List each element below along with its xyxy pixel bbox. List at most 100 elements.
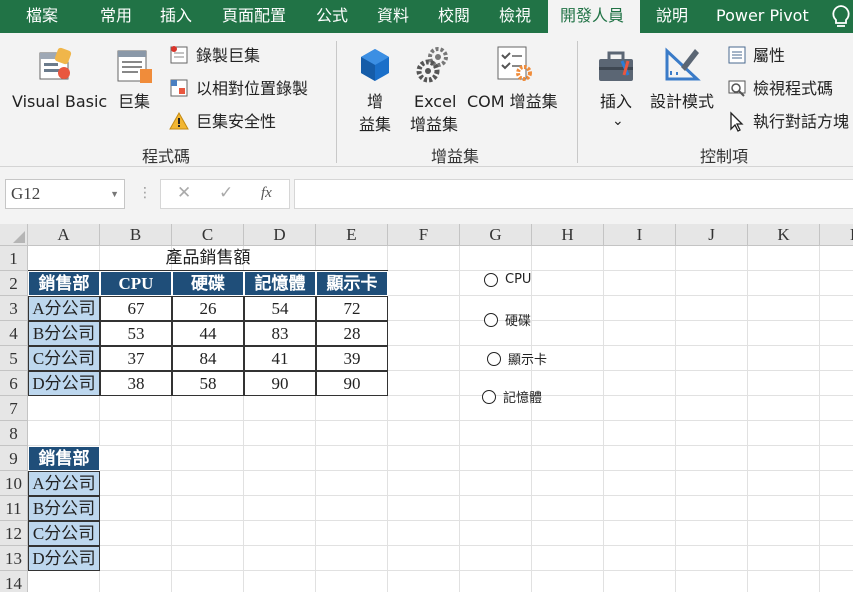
option-button-cpu[interactable]: CPU	[484, 272, 531, 287]
column-header-a[interactable]: A	[28, 224, 100, 246]
row-header-9[interactable]: 9	[0, 446, 28, 471]
table-row-label[interactable]: A分公司	[28, 296, 100, 321]
table-cell[interactable]: 72	[316, 296, 388, 321]
row-header-11[interactable]: 11	[0, 496, 28, 521]
visual-basic-icon	[39, 47, 72, 80]
header-cell[interactable]: 顯示卡	[316, 271, 388, 296]
tab-power-pivot[interactable]: Power Pivot	[716, 0, 809, 33]
tab-page-layout[interactable]: 頁面配置	[222, 0, 286, 33]
column-header-g[interactable]: G	[460, 224, 532, 246]
list-item[interactable]: A分公司	[28, 471, 100, 496]
tab-developer[interactable]: 開發人員	[548, 0, 640, 33]
formula-bar-resize-handle[interactable]: ⋮	[138, 185, 152, 201]
name-box[interactable]: G12 ▼	[5, 179, 125, 209]
table-title[interactable]: 產品銷售額	[28, 246, 388, 271]
column-header-b[interactable]: B	[100, 224, 172, 246]
design-mode-label: 設計模式	[650, 92, 715, 111]
tab-help[interactable]: 說明	[656, 0, 688, 33]
option-button-gpu[interactable]: 顯示卡	[487, 349, 547, 368]
code-group-label: 程式碼	[142, 147, 191, 166]
addins-label-2: 益集	[359, 115, 392, 134]
header-cell[interactable]: 銷售部	[28, 271, 100, 296]
table-cell[interactable]: 26	[172, 296, 244, 321]
column-header-e[interactable]: E	[316, 224, 388, 246]
option-button-label: 記憶體	[503, 391, 543, 406]
row-header-8[interactable]: 8	[0, 421, 28, 446]
list-item[interactable]: C分公司	[28, 521, 100, 546]
radio-circle	[482, 389, 496, 404]
formula-input[interactable]	[294, 179, 853, 209]
toolbox-icon	[599, 51, 633, 81]
table-cell[interactable]: 58	[172, 371, 244, 396]
table-cell[interactable]: 90	[244, 371, 316, 396]
enter-icon[interactable]: ✓	[219, 183, 233, 203]
row-header-5[interactable]: 5	[0, 346, 28, 371]
ribbon: Visual Basic 巨集 錄製巨集 以相對位置錄製 巨集安全性 程式碼 增…	[0, 33, 853, 167]
row-header-13[interactable]: 13	[0, 546, 28, 571]
column-header-l[interactable]: L	[820, 224, 853, 246]
row-header-2[interactable]: 2	[0, 271, 28, 296]
column-header-d[interactable]: D	[244, 224, 316, 246]
tab-formulas[interactable]: 公式	[316, 0, 348, 33]
column-header-j[interactable]: J	[676, 224, 748, 246]
table-row-label[interactable]: C分公司	[28, 346, 100, 371]
table-row-label[interactable]: D分公司	[28, 371, 100, 396]
cancel-icon[interactable]: ✕	[177, 183, 191, 203]
tab-file[interactable]: 檔案	[26, 0, 58, 33]
table-cell[interactable]: 54	[244, 296, 316, 321]
excel-addins-label-1: Excel	[414, 92, 457, 111]
header-cell[interactable]: 硬碟	[172, 271, 244, 296]
table-cell[interactable]: 83	[244, 321, 316, 346]
column-header-i[interactable]: I	[604, 224, 676, 246]
row-header-14[interactable]: 14	[0, 571, 28, 592]
list-item[interactable]: B分公司	[28, 496, 100, 521]
table-cell[interactable]: 41	[244, 346, 316, 371]
header-cell[interactable]: 記憶體	[244, 271, 316, 296]
design-mode-icon	[665, 47, 701, 81]
column-header-f[interactable]: F	[388, 224, 460, 246]
row-header-1[interactable]: 1	[0, 246, 28, 271]
header-cell[interactable]: 銷售部	[28, 446, 100, 471]
tab-insert[interactable]: 插入	[160, 0, 192, 33]
worksheet: A B C D E F G H I J K L 1 2 3 4 5 6 7 8 …	[0, 224, 853, 592]
group-separator	[336, 41, 337, 163]
select-all-corner[interactable]	[0, 224, 28, 246]
option-button-hdd[interactable]: 硬碟	[484, 310, 531, 329]
row-header-4[interactable]: 4	[0, 321, 28, 346]
insert-function-icon[interactable]: fx	[261, 185, 272, 202]
column-header-k[interactable]: K	[748, 224, 820, 246]
row-header-3[interactable]: 3	[0, 296, 28, 321]
table-cell[interactable]: 90	[316, 371, 388, 396]
com-addins-icon	[497, 46, 532, 81]
list-item[interactable]: D分公司	[28, 546, 100, 571]
table-cell[interactable]: 28	[316, 321, 388, 346]
table-cell[interactable]: 39	[316, 346, 388, 371]
row-header-12[interactable]: 12	[0, 521, 28, 546]
lightbulb-icon[interactable]	[829, 3, 853, 29]
chevron-down-icon: ⌄	[612, 113, 624, 129]
tab-home[interactable]: 常用	[100, 0, 132, 33]
option-button-ram[interactable]: 記憶體	[482, 387, 542, 406]
addins-group-label: 增益集	[431, 147, 480, 166]
row-header-6[interactable]: 6	[0, 371, 28, 396]
row-header-7[interactable]: 7	[0, 396, 28, 421]
column-header-c[interactable]: C	[172, 224, 244, 246]
tab-review[interactable]: 校閱	[438, 0, 470, 33]
name-box-dropdown-icon[interactable]: ▼	[110, 180, 119, 208]
tab-view[interactable]: 檢視	[499, 0, 531, 33]
table-cell[interactable]: 84	[172, 346, 244, 371]
column-header-h[interactable]: H	[532, 224, 604, 246]
radio-circle	[484, 272, 498, 287]
row-header-10[interactable]: 10	[0, 471, 28, 496]
excel-addins-label-2: 增益集	[410, 115, 459, 134]
formula-bar: G12 ▼ ⋮ ✕ ✓ fx	[0, 167, 853, 224]
table-row-label[interactable]: B分公司	[28, 321, 100, 346]
header-cell[interactable]: CPU	[100, 271, 172, 296]
table-cell[interactable]: 38	[100, 371, 172, 396]
option-button-label: 顯示卡	[508, 353, 548, 368]
table-cell[interactable]: 67	[100, 296, 172, 321]
tab-data[interactable]: 資料	[377, 0, 409, 33]
table-cell[interactable]: 44	[172, 321, 244, 346]
table-cell[interactable]: 37	[100, 346, 172, 371]
table-cell[interactable]: 53	[100, 321, 172, 346]
